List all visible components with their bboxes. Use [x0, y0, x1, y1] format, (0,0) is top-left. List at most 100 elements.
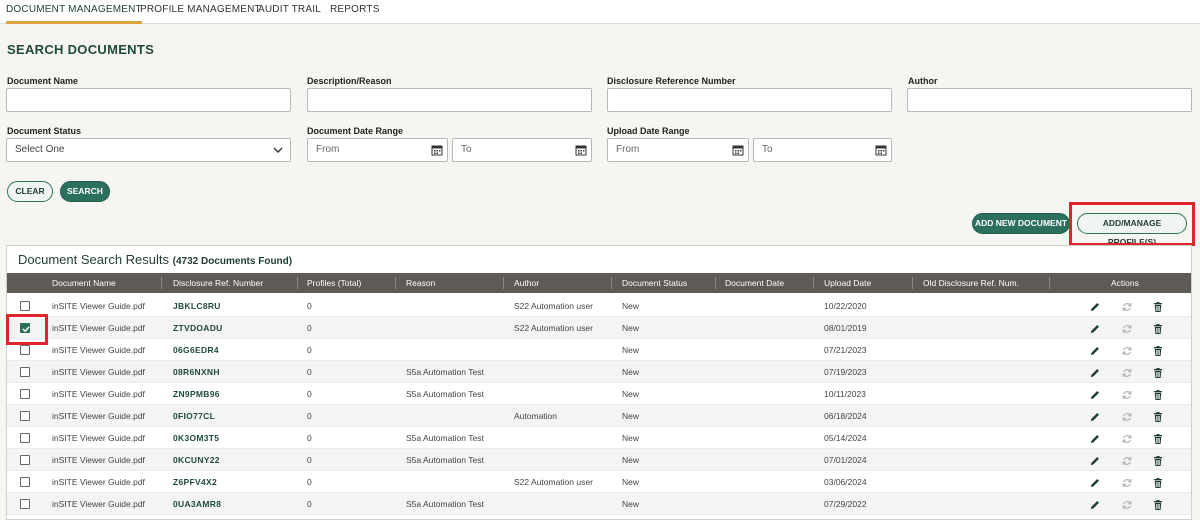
author-input[interactable]	[907, 88, 1192, 112]
pencil-icon[interactable]	[1089, 366, 1101, 378]
refresh-icon[interactable]	[1121, 344, 1133, 356]
cell-disclosure-ref[interactable]: 06G6EDR4	[173, 339, 219, 361]
search-button[interactable]: SEARCH	[60, 181, 110, 202]
table-row: inSITE Viewer Guide.pdf Z6PFV4X2 0 S22 Auto…	[7, 471, 1191, 493]
trash-icon[interactable]	[1152, 410, 1164, 422]
trash-icon[interactable]	[1152, 344, 1164, 356]
disclosure-ref-input[interactable]	[607, 88, 892, 112]
row-checkbox[interactable]	[20, 499, 30, 509]
pencil-icon[interactable]	[1089, 432, 1101, 444]
cell-reason: S5a Automation Test	[406, 433, 484, 443]
upload-date-to[interactable]: To	[753, 138, 892, 162]
tab-reports[interactable]: REPORTS	[330, 0, 380, 24]
cell-disclosure-ref[interactable]: 0FIO77CL	[173, 405, 215, 427]
cell-disclosure-ref[interactable]: 08R6NXNH	[173, 361, 220, 383]
refresh-icon[interactable]	[1121, 322, 1133, 334]
tab-profile-management[interactable]: PROFILE MANAGEMENT	[140, 0, 261, 24]
table-row: inSITE Viewer Guide.pdf JBKLC8RU 0 S22 Auto…	[7, 295, 1191, 317]
cell-document-status: New	[622, 389, 640, 399]
cell-reason: S5a Automation Test	[406, 499, 484, 509]
col-divider	[503, 277, 504, 289]
cell-reason: S5a Automation Test	[406, 389, 484, 399]
row-checkbox[interactable]	[20, 367, 30, 377]
document-date-to[interactable]: To	[452, 138, 592, 162]
cell-disclosure-ref[interactable]: Z6PFV4X2	[173, 471, 217, 493]
document-date-from[interactable]: From	[307, 138, 448, 162]
clear-button[interactable]: CLEAR	[7, 181, 53, 202]
upload-date-label: Upload Date Range	[607, 126, 690, 136]
row-checkbox[interactable]	[20, 477, 30, 487]
calendar-icon[interactable]	[732, 144, 744, 156]
refresh-icon[interactable]	[1121, 300, 1133, 312]
document-name-input[interactable]	[6, 88, 291, 112]
col-document-name[interactable]: Document Name	[52, 273, 116, 293]
cell-document-name: inSITE Viewer Guide.pdf	[52, 389, 145, 399]
refresh-icon[interactable]	[1121, 432, 1133, 444]
trash-icon[interactable]	[1152, 432, 1164, 444]
col-divider	[813, 277, 814, 289]
cell-document-name: inSITE Viewer Guide.pdf	[52, 301, 145, 311]
col-profiles[interactable]: Profiles (Total)	[307, 273, 361, 293]
row-checkbox[interactable]	[20, 411, 30, 421]
refresh-icon[interactable]	[1121, 388, 1133, 400]
col-divider	[611, 277, 612, 289]
cell-profiles: 0	[307, 455, 312, 465]
cell-disclosure-ref[interactable]: ZTVDOADU	[173, 317, 223, 339]
upload-date-from[interactable]: From	[607, 138, 749, 162]
tab-document-management[interactable]: DOCUMENT MANAGEMENT	[6, 0, 142, 24]
trash-icon[interactable]	[1152, 454, 1164, 466]
calendar-icon[interactable]	[575, 144, 587, 156]
row-checkbox[interactable]	[20, 389, 30, 399]
col-author[interactable]: Author	[514, 273, 539, 293]
row-checkbox[interactable]	[20, 345, 30, 355]
cell-profiles: 0	[307, 389, 312, 399]
col-disclosure-ref[interactable]: Disclosure Ref. Number	[173, 273, 263, 293]
trash-icon[interactable]	[1152, 476, 1164, 488]
pencil-icon[interactable]	[1089, 344, 1101, 356]
col-document-date[interactable]: Document Date	[725, 273, 784, 293]
pencil-icon[interactable]	[1089, 388, 1101, 400]
trash-icon[interactable]	[1152, 366, 1164, 378]
cell-profiles: 0	[307, 345, 312, 355]
description-input[interactable]	[307, 88, 592, 112]
cell-profiles: 0	[307, 499, 312, 509]
row-checkbox[interactable]	[20, 301, 30, 311]
pencil-icon[interactable]	[1089, 476, 1101, 488]
add-new-document-button[interactable]: ADD NEW DOCUMENT	[972, 213, 1070, 234]
cell-disclosure-ref[interactable]: 0KCUNY22	[173, 449, 220, 471]
trash-icon[interactable]	[1152, 498, 1164, 510]
cell-disclosure-ref[interactable]: 0UA3AMR8	[173, 493, 221, 515]
pencil-icon[interactable]	[1089, 454, 1101, 466]
col-upload-date[interactable]: Upload Date	[824, 273, 871, 293]
trash-icon[interactable]	[1152, 322, 1164, 334]
cell-document-status: New	[622, 367, 640, 377]
tab-audit-trail[interactable]: AUDIT TRAIL	[258, 0, 321, 24]
col-document-status[interactable]: Document Status	[622, 273, 687, 293]
col-reason[interactable]: Reason	[406, 273, 435, 293]
description-label: Description/Reason	[307, 76, 392, 86]
refresh-icon[interactable]	[1121, 476, 1133, 488]
trash-icon[interactable]	[1152, 300, 1164, 312]
row-checkbox[interactable]	[20, 455, 30, 465]
pencil-icon[interactable]	[1089, 322, 1101, 334]
calendar-icon[interactable]	[431, 144, 443, 156]
refresh-icon[interactable]	[1121, 498, 1133, 510]
pencil-icon[interactable]	[1089, 410, 1101, 422]
document-date-from-placeholder: From	[316, 144, 340, 155]
trash-icon[interactable]	[1152, 388, 1164, 400]
refresh-icon[interactable]	[1121, 410, 1133, 422]
cell-disclosure-ref[interactable]: ZN9PMB96	[173, 383, 220, 405]
pencil-icon[interactable]	[1089, 300, 1101, 312]
cell-upload-date: 06/18/2024	[824, 411, 867, 421]
cell-upload-date: 10/22/2020	[824, 301, 867, 311]
cell-disclosure-ref[interactable]: 0K3OM3T5	[173, 427, 219, 449]
col-old-disclosure-ref[interactable]: Old Disclosure Ref. Num.	[923, 273, 1019, 293]
pencil-icon[interactable]	[1089, 498, 1101, 510]
row-checkbox[interactable]	[20, 433, 30, 443]
refresh-icon[interactable]	[1121, 366, 1133, 378]
cell-disclosure-ref[interactable]: JBKLC8RU	[173, 295, 221, 317]
calendar-icon[interactable]	[875, 144, 887, 156]
document-status-select[interactable]: Select One	[6, 138, 291, 162]
cell-document-name: inSITE Viewer Guide.pdf	[52, 323, 145, 333]
refresh-icon[interactable]	[1121, 454, 1133, 466]
